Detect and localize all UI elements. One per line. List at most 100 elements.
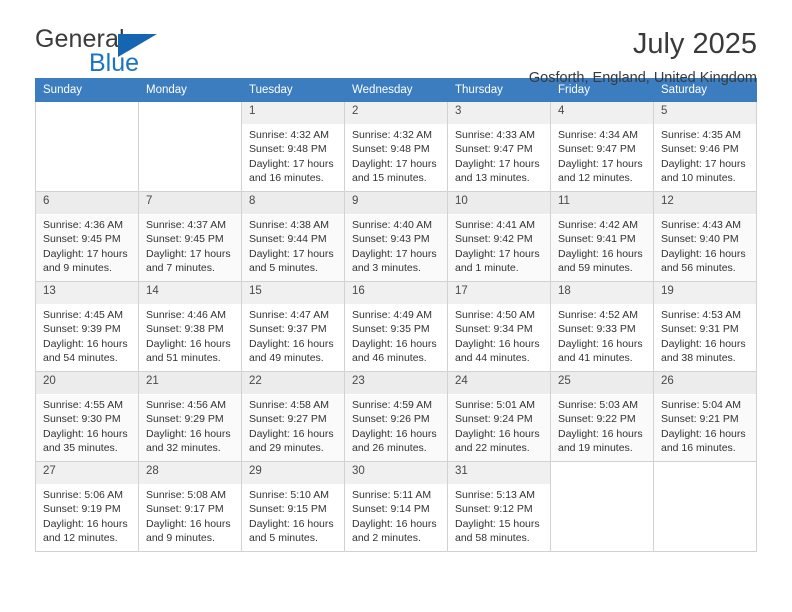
- day-info-daylight-line2: and 1 minute.: [455, 261, 519, 274]
- day-number: 10: [455, 195, 468, 207]
- day-info-daylight-line2: and 12 minutes.: [43, 531, 118, 544]
- calendar-day-cell[interactable]: 2 Sunrise: 4:32 AM Sunset: 9:48 PM Daylight…: [344, 101, 448, 192]
- day-info-sunrise: Sunrise: 4:34 AM: [558, 129, 638, 141]
- calendar-week-row: 27 Sunrise: 5:06 AM Sunset: 9:19 PM Dayligh…: [35, 461, 757, 552]
- day-number-bar: 5: [654, 102, 756, 125]
- day-info: Sunrise: 4:53 AM Sunset: 9:31 PM Daylight:…: [654, 305, 756, 365]
- calendar-day-cell[interactable]: 18 Sunrise: 4:52 AM Sunset: 9:33 PM Dayligh…: [550, 281, 654, 372]
- calendar-day-cell[interactable]: 9 Sunrise: 4:40 AM Sunset: 9:43 PM Daylight…: [344, 191, 448, 282]
- day-info-daylight-line1: Daylight: 17 hours: [146, 247, 231, 260]
- day-number-bar: 20: [36, 372, 138, 395]
- day-info-daylight-line1: Daylight: 16 hours: [146, 517, 231, 530]
- day-info-sunset: Sunset: 9:14 PM: [352, 503, 430, 516]
- day-number-bar: 1: [242, 102, 344, 125]
- calendar-day-cell[interactable]: 10 Sunrise: 4:41 AM Sunset: 9:42 PM Dayligh…: [447, 191, 551, 282]
- day-number-bar: 9: [345, 192, 447, 215]
- day-info: Sunrise: 5:04 AM Sunset: 9:21 PM Daylight:…: [654, 395, 756, 455]
- day-number: 22: [249, 375, 262, 387]
- day-info: Sunrise: 4:50 AM Sunset: 9:34 PM Daylight:…: [448, 305, 550, 365]
- day-info-sunset: Sunset: 9:35 PM: [352, 323, 430, 336]
- day-info-daylight-line1: Daylight: 16 hours: [146, 427, 231, 440]
- day-info-sunrise: Sunrise: 4:37 AM: [146, 219, 226, 231]
- calendar-day-cell[interactable]: 24 Sunrise: 5:01 AM Sunset: 9:24 PM Dayligh…: [447, 371, 551, 462]
- day-number: 20: [43, 375, 56, 387]
- calendar-day-cell[interactable]: 16 Sunrise: 4:49 AM Sunset: 9:35 PM Dayligh…: [344, 281, 448, 372]
- calendar-day-cell[interactable]: 29 Sunrise: 5:10 AM Sunset: 9:15 PM Dayligh…: [241, 461, 345, 552]
- calendar-day-cell[interactable]: 23 Sunrise: 4:59 AM Sunset: 9:26 PM Dayligh…: [344, 371, 448, 462]
- day-number: 24: [455, 375, 468, 387]
- day-info-daylight-line2: and 26 minutes.: [352, 441, 427, 454]
- day-info-daylight-line2: and 56 minutes.: [661, 261, 736, 274]
- day-info-sunset: Sunset: 9:45 PM: [43, 233, 121, 246]
- day-info-daylight-line2: and 5 minutes.: [249, 261, 318, 274]
- day-info-sunrise: Sunrise: 4:46 AM: [146, 309, 226, 321]
- day-info-sunset: Sunset: 9:33 PM: [558, 323, 636, 336]
- day-number: 14: [146, 285, 159, 297]
- calendar-day-cell[interactable]: 28 Sunrise: 5:08 AM Sunset: 9:17 PM Dayligh…: [138, 461, 242, 552]
- day-info: Sunrise: 4:43 AM Sunset: 9:40 PM Daylight:…: [654, 215, 756, 275]
- day-info: Sunrise: 4:58 AM Sunset: 9:27 PM Daylight:…: [242, 395, 344, 455]
- calendar-day-cell[interactable]: 6 Sunrise: 4:36 AM Sunset: 9:45 PM Daylight…: [35, 191, 139, 282]
- day-number-bar: 29: [242, 462, 344, 485]
- day-number-bar: 6: [36, 192, 138, 215]
- calendar-day-cell[interactable]: 19 Sunrise: 4:53 AM Sunset: 9:31 PM Dayligh…: [653, 281, 757, 372]
- day-number-bar: 30: [345, 462, 447, 485]
- day-info-daylight-line1: Daylight: 16 hours: [558, 427, 643, 440]
- day-number-bar: 12: [654, 192, 756, 215]
- day-number-bar: 2: [345, 102, 447, 125]
- day-info-sunrise: Sunrise: 4:36 AM: [43, 219, 123, 231]
- calendar-day-cell[interactable]: 27 Sunrise: 5:06 AM Sunset: 9:19 PM Dayligh…: [35, 461, 139, 552]
- day-number-bar: 4: [551, 102, 653, 125]
- day-info-daylight-line1: Daylight: 16 hours: [249, 517, 334, 530]
- calendar-day-cell[interactable]: 4 Sunrise: 4:34 AM Sunset: 9:47 PM Daylight…: [550, 101, 654, 192]
- general-blue-logo[interactable]: General Blue: [35, 27, 160, 77]
- calendar-day-cell[interactable]: 14 Sunrise: 4:46 AM Sunset: 9:38 PM Dayligh…: [138, 281, 242, 372]
- day-info-daylight-line1: Daylight: 16 hours: [43, 427, 128, 440]
- day-info-daylight-line2: and 51 minutes.: [146, 351, 221, 364]
- calendar-day-cell[interactable]: 5 Sunrise: 4:35 AM Sunset: 9:46 PM Daylight…: [653, 101, 757, 192]
- day-info-sunset: Sunset: 9:17 PM: [146, 503, 224, 516]
- calendar-day-cell[interactable]: 21 Sunrise: 4:56 AM Sunset: 9:29 PM Dayligh…: [138, 371, 242, 462]
- calendar-day-cell[interactable]: 1 Sunrise: 4:32 AM Sunset: 9:48 PM Daylight…: [241, 101, 345, 192]
- day-info: Sunrise: 5:06 AM Sunset: 9:19 PM Daylight:…: [36, 485, 138, 545]
- day-info-daylight-line1: Daylight: 17 hours: [352, 247, 437, 260]
- day-info-sunrise: Sunrise: 4:32 AM: [352, 129, 432, 141]
- day-number: 31: [455, 465, 468, 477]
- day-info: Sunrise: 5:08 AM Sunset: 9:17 PM Daylight:…: [139, 485, 241, 545]
- day-info: Sunrise: 5:10 AM Sunset: 9:15 PM Daylight:…: [242, 485, 344, 545]
- calendar-day-cell[interactable]: 22 Sunrise: 4:58 AM Sunset: 9:27 PM Dayligh…: [241, 371, 345, 462]
- day-number-bar: [551, 462, 653, 485]
- day-info-sunset: Sunset: 9:15 PM: [249, 503, 327, 516]
- calendar-day-cell[interactable]: 25 Sunrise: 5:03 AM Sunset: 9:22 PM Dayligh…: [550, 371, 654, 462]
- calendar-day-cell[interactable]: 26 Sunrise: 5:04 AM Sunset: 9:21 PM Dayligh…: [653, 371, 757, 462]
- calendar-day-cell[interactable]: 12 Sunrise: 4:43 AM Sunset: 9:40 PM Dayligh…: [653, 191, 757, 282]
- day-info-daylight-line1: Daylight: 17 hours: [661, 157, 746, 170]
- day-info: Sunrise: 4:35 AM Sunset: 9:46 PM Daylight:…: [654, 125, 756, 185]
- day-info-sunset: Sunset: 9:46 PM: [661, 143, 739, 156]
- day-number-bar: 22: [242, 372, 344, 395]
- calendar-day-cell[interactable]: 11 Sunrise: 4:42 AM Sunset: 9:41 PM Dayligh…: [550, 191, 654, 282]
- day-info-daylight-line1: Daylight: 16 hours: [661, 247, 746, 260]
- logo-text-blue: Blue: [89, 49, 140, 77]
- calendar-day-cell[interactable]: 31 Sunrise: 5:13 AM Sunset: 9:12 PM Dayligh…: [447, 461, 551, 552]
- calendar-day-cell[interactable]: 17 Sunrise: 4:50 AM Sunset: 9:34 PM Dayligh…: [447, 281, 551, 372]
- day-info-daylight-line2: and 58 minutes.: [455, 531, 530, 544]
- calendar-day-cell[interactable]: 8 Sunrise: 4:38 AM Sunset: 9:44 PM Daylight…: [241, 191, 345, 282]
- day-info-daylight-line1: Daylight: 16 hours: [352, 517, 437, 530]
- calendar-day-cell[interactable]: 3 Sunrise: 4:33 AM Sunset: 9:47 PM Daylight…: [447, 101, 551, 192]
- calendar-day-cell[interactable]: 13 Sunrise: 4:45 AM Sunset: 9:39 PM Dayligh…: [35, 281, 139, 372]
- day-number: 7: [146, 195, 153, 207]
- calendar-day-cell[interactable]: 7 Sunrise: 4:37 AM Sunset: 9:45 PM Daylight…: [138, 191, 242, 282]
- calendar-day-cell[interactable]: 30 Sunrise: 5:11 AM Sunset: 9:14 PM Dayligh…: [344, 461, 448, 552]
- day-number-bar: 13: [36, 282, 138, 305]
- calendar-day-cell[interactable]: 20 Sunrise: 4:55 AM Sunset: 9:30 PM Dayligh…: [35, 371, 139, 462]
- day-info-sunrise: Sunrise: 4:42 AM: [558, 219, 638, 231]
- day-number: 25: [558, 375, 571, 387]
- calendar-day-cell[interactable]: 15 Sunrise: 4:47 AM Sunset: 9:37 PM Dayligh…: [241, 281, 345, 372]
- day-info-daylight-line2: and 54 minutes.: [43, 351, 118, 364]
- day-number-bar: 10: [448, 192, 550, 215]
- day-info-sunrise: Sunrise: 4:49 AM: [352, 309, 432, 321]
- day-info-daylight-line2: and 7 minutes.: [146, 261, 215, 274]
- day-info-daylight-line2: and 9 minutes.: [146, 531, 215, 544]
- day-info-daylight-line2: and 32 minutes.: [146, 441, 221, 454]
